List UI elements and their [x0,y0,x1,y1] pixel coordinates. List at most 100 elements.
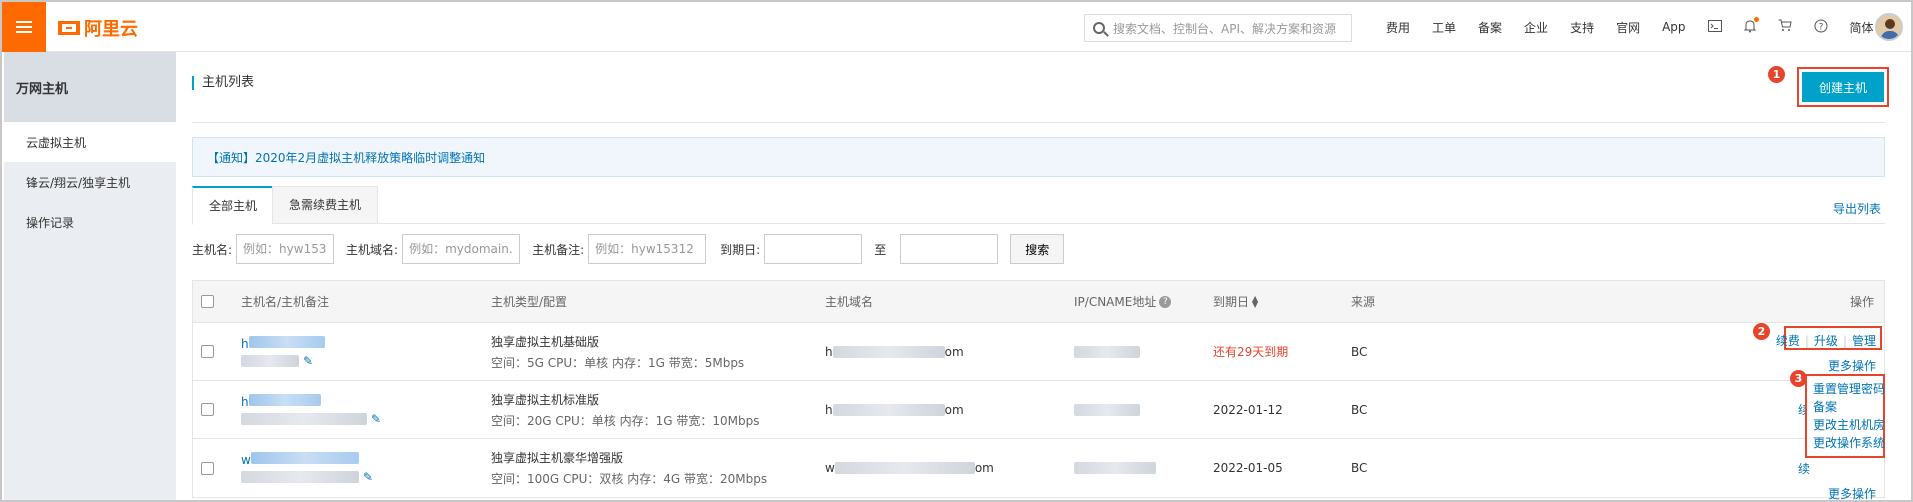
tab-label: 全部主机 [209,199,258,213]
host-domain-cell: w om [825,439,994,497]
expire-cell: 还有29天到期 [1213,345,1289,359]
svg-text:?: ? [1818,22,1823,32]
host-type-cell: 独享虚拟主机豪华增强版 空间：100G CPU：双核 内存：4G 带宽：20Mb… [491,439,767,497]
source-cell: BC [1351,461,1368,475]
host-name-input[interactable] [236,234,335,264]
host-name-link[interactable]: h [241,335,325,351]
tab-all-hosts[interactable]: 全部主机 [192,186,275,225]
ops-cell: 续费 | 升级 | 管理 [1776,332,1876,349]
icp-filing-option[interactable]: 备案 [1813,398,1879,416]
host-domain-input[interactable] [402,234,521,264]
redacted-note [241,412,367,425]
renew-link[interactable]: 续费 [1776,332,1800,349]
page-title: 主机列表 [192,76,254,90]
aliyun-logo[interactable]: 阿里云 [58,15,138,41]
redacted-ip [1074,345,1140,358]
nav-tickets[interactable]: 工单 [1432,19,1456,36]
create-host-button[interactable]: 创建主机 [1802,72,1884,102]
table-row: h ✎ 独享虚拟主机基础版 空间：5G CPU：单核 内存：1G 带宽：5Mbp… [193,323,1884,381]
terminal-icon[interactable] [1707,19,1722,35]
nav-support[interactable]: 支持 [1570,19,1594,36]
separator: | [1842,333,1847,348]
global-search-input[interactable]: 搜索文档、控制台、API、解决方案和资源 [1084,14,1352,42]
host-name-link[interactable]: w [241,452,359,467]
bell-icon[interactable] [1743,16,1759,36]
edit-pencil-icon[interactable]: ✎ [363,470,373,484]
source-cell: BC [1351,402,1368,417]
redacted-domain [832,345,945,358]
row-checkbox[interactable] [201,381,214,438]
search-icon [1093,22,1105,34]
host-name-prefix: h [241,394,249,409]
export-list-link[interactable]: 导出列表 [1833,200,1881,217]
expire-cell: 2022-01-05 [1213,461,1283,475]
redacted-ip [1074,462,1156,474]
expire-cell: 2022-01-12 [1213,402,1283,417]
ip-cell [1074,323,1140,380]
redacted-host-name [248,335,325,348]
more-ops-link[interactable]: 更多操作 [1828,357,1876,374]
host-domain-cell: h om [825,381,964,438]
notification-dot [1753,16,1759,22]
sidebar-item-dedicated-host[interactable]: 锋云/翔云/独享主机 [4,162,176,202]
host-type: 独享虚拟主机标准版 [491,392,600,407]
host-type-cell: 独享虚拟主机标准版 空间：20G CPU：单核 内存：1G 带宽：10Mbps [491,381,759,438]
host-name-prefix: w [241,453,251,467]
edit-pencil-icon[interactable]: ✎ [371,412,381,426]
checkbox-box [201,461,214,475]
host-config: 空间：20G CPU：单核 内存：1G 带宽：10Mbps [491,413,760,428]
tab-renewal-needed[interactable]: 急需续费主机 [272,186,379,224]
host-note: ✎ [241,354,313,368]
menu-icon[interactable] [2,2,46,52]
host-note-input[interactable] [588,234,707,264]
sidebar: 万网主机 云虚拟主机 锋云/翔云/独享主机 操作记录 [4,52,176,500]
nav-app[interactable]: App [1662,20,1685,34]
search-button[interactable]: 搜索 [1010,234,1065,264]
redacted-host-name [248,393,321,406]
col-header-expire[interactable]: 到期日 ▲ ▼ [1213,281,1258,322]
nav-icp[interactable]: 备案 [1478,19,1502,36]
manage-link[interactable]: 管理 [1852,332,1876,349]
col-header-type: 主机类型/配置 [491,295,568,309]
host-config: 空间：100G CPU：双核 内存：4G 带宽：20Mbps [491,472,768,486]
step-badge-1: 1 [1768,66,1785,83]
nav-billing[interactable]: 费用 [1386,19,1410,36]
more-ops-link[interactable]: 更多操作 [1828,485,1876,500]
host-name-cell: w ✎ [241,439,373,497]
help-icon[interactable]: ? [1814,19,1828,36]
user-avatar[interactable] [1875,13,1903,41]
host-domain-cell: h om [825,323,964,380]
host-name-link[interactable]: h [241,393,321,409]
table-header: 主机名/主机备注 主机类型/配置 主机域名 IP/CNAME地址 ? 到期日 ▲… [193,281,1884,323]
reset-password-option[interactable]: 重置管理密码 [1813,380,1885,398]
sidebar-title: 万网主机 [4,52,176,122]
host-type-cell: 独享虚拟主机基础版 空间：5G CPU：单核 内存：1G 带宽：5Mbps [491,323,744,380]
sidebar-item-virtual-host[interactable]: 云虚拟主机 [4,122,176,162]
expire-date-start-input[interactable] [764,234,863,264]
domain-prefix: h [825,402,833,417]
sidebar-item-label: 云虚拟主机 [26,135,87,150]
table-row: w ✎ 独享虚拟主机豪华增强版 空间：100G CPU：双核 内存：4G 带宽：… [193,439,1884,500]
select-all-checkbox[interactable] [201,281,214,322]
row-checkbox[interactable] [201,323,214,380]
row-checkbox[interactable] [201,439,214,497]
change-os-option[interactable]: 更改操作系统 [1813,434,1885,452]
help-icon[interactable]: ? [1159,295,1172,308]
redacted-note [241,354,299,367]
host-domain-label: 主机域名: [346,242,399,257]
sidebar-item-operation-log[interactable]: 操作记录 [4,202,176,242]
change-datacenter-option[interactable]: 更改主机机房 [1813,416,1885,434]
aliyun-logo-mark [58,21,80,35]
notice-link[interactable]: 【通知】2020年2月虚拟主机释放策略临时调整通知 [207,149,485,166]
main-content: 主机列表 1 创建主机 【通知】2020年2月虚拟主机释放策略临时调整通知 全部… [176,52,1911,500]
upgrade-link[interactable]: 升级 [1814,332,1838,349]
redacted-domain [832,403,945,416]
nav-official-site[interactable]: 官网 [1616,19,1640,36]
language-switch[interactable]: 简体 [1850,19,1874,36]
cart-icon[interactable] [1778,19,1792,35]
host-config: 空间：5G CPU：单核 内存：1G 带宽：5Mbps [491,355,745,370]
host-table: 主机名/主机备注 主机类型/配置 主机域名 IP/CNAME地址 ? 到期日 ▲… [192,280,1885,500]
expire-date-end-input[interactable] [900,234,999,264]
nav-enterprise[interactable]: 企业 [1524,19,1548,36]
edit-pencil-icon[interactable]: ✎ [303,354,313,368]
